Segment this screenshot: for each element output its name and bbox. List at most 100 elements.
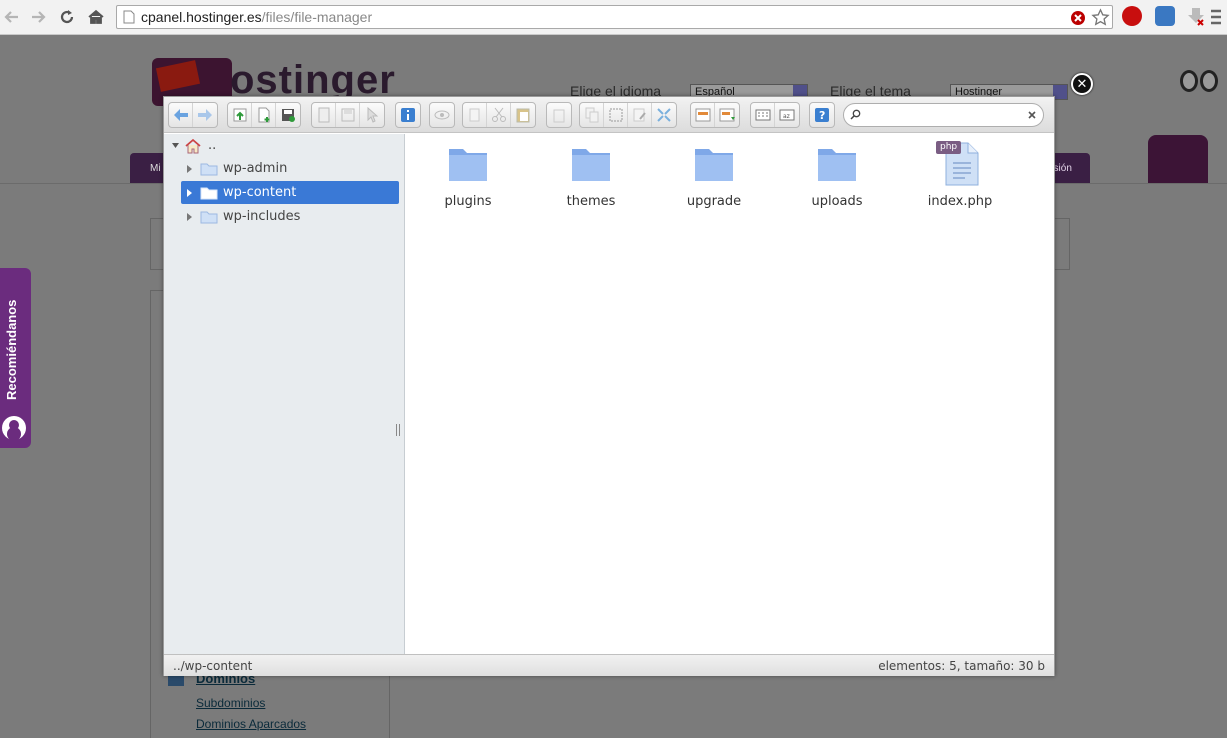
paste-icon	[516, 108, 530, 123]
tree-item-wp-content[interactable]: wp-content	[181, 181, 399, 204]
copy-button[interactable]	[463, 103, 487, 127]
recommend-label: Recomiéndanos	[4, 299, 19, 400]
close-dialog-button[interactable]: ✕	[1071, 73, 1093, 95]
new-file-button[interactable]	[252, 103, 276, 127]
reload-button[interactable]	[55, 5, 79, 29]
rename-button[interactable]	[628, 103, 652, 127]
url-text: cpanel.hostinger.es/files/file-manager	[141, 9, 373, 25]
archive-group	[690, 102, 740, 128]
collapsed-triangle-icon[interactable]	[184, 212, 194, 222]
svg-text:?: ?	[819, 109, 825, 122]
clear-search-icon[interactable]	[1028, 111, 1036, 119]
back-arrow-icon	[173, 109, 188, 121]
home-button[interactable]	[84, 5, 108, 29]
history-group	[168, 102, 218, 128]
select-button[interactable]	[360, 103, 384, 127]
archive-button[interactable]	[691, 103, 715, 127]
search-icon	[850, 109, 861, 120]
help-button[interactable]: ?	[810, 103, 834, 127]
paste-button[interactable]	[511, 103, 535, 127]
folder-icon	[200, 211, 218, 223]
status-path: ../wp-content	[173, 659, 253, 673]
expanded-triangle-icon[interactable]	[171, 141, 180, 150]
bookmark-star-icon[interactable]	[1091, 8, 1110, 27]
clipboard-group	[462, 102, 536, 128]
preview-group	[429, 102, 455, 128]
close-icon: ✕	[1076, 76, 1088, 92]
tree-root[interactable]: ..	[171, 134, 389, 157]
folder-icon	[695, 149, 733, 181]
file-item-upgrade[interactable]: upgrade	[664, 142, 764, 222]
browser-toolbar: cpanel.hostinger.es/files/file-manager	[0, 0, 1227, 35]
back-arrow-icon	[4, 11, 18, 23]
tree-item-wp-admin[interactable]: wp-admin	[181, 157, 399, 180]
save-icon	[282, 109, 295, 122]
icons-view-button[interactable]	[751, 103, 775, 127]
select-all-icon	[609, 108, 622, 122]
unarchive-icon	[719, 108, 735, 122]
preview-button[interactable]	[430, 103, 454, 127]
select-all-button[interactable]	[604, 103, 628, 127]
help-icon: ?	[815, 108, 829, 122]
back-button[interactable]	[169, 103, 193, 127]
home-icon	[185, 138, 201, 153]
archive-icon	[695, 108, 710, 122]
link-subdominios[interactable]: Subdominios	[196, 696, 265, 710]
file-item-uploads[interactable]: uploads	[787, 142, 887, 222]
tree-item-label: wp-includes	[223, 209, 301, 224]
duplicate-button[interactable]	[580, 103, 604, 127]
sort-button[interactable]: az	[775, 103, 799, 127]
menu-icon[interactable]	[1210, 8, 1222, 26]
save-button[interactable]	[276, 103, 300, 127]
file-list: plugins themes upgrade uploads php index…	[406, 134, 1054, 654]
rename-icon	[633, 108, 646, 122]
collapsed-triangle-icon[interactable]	[184, 188, 194, 198]
blocked-icon[interactable]	[1070, 10, 1086, 26]
link-dominios-aparcados[interactable]: Dominios Aparcados	[196, 717, 306, 731]
file-item-plugins[interactable]: plugins	[418, 142, 518, 222]
download-button[interactable]	[336, 103, 360, 127]
home-icon	[88, 9, 104, 24]
delete-group	[546, 102, 572, 128]
info-button[interactable]	[396, 103, 420, 127]
edit-group	[311, 102, 385, 128]
sort-icon: az	[779, 109, 795, 121]
delete-button[interactable]	[547, 103, 571, 127]
file-item-index-php[interactable]: php index.php	[910, 141, 1010, 222]
search-field[interactable]	[843, 103, 1044, 127]
file-name: themes	[566, 194, 616, 209]
extension-icon[interactable]	[1155, 6, 1175, 26]
folder-icon	[572, 149, 610, 181]
unarchive-button[interactable]	[715, 103, 739, 127]
icons-view-icon	[755, 109, 770, 121]
trash-icon	[553, 109, 565, 123]
file-item-themes[interactable]: themes	[541, 142, 641, 222]
tree-root-label: ..	[208, 138, 217, 153]
collapsed-triangle-icon[interactable]	[184, 164, 194, 174]
help-group: ?	[809, 102, 835, 128]
cut-button[interactable]	[487, 103, 511, 127]
file-name: uploads	[811, 194, 863, 209]
extract-button[interactable]	[652, 103, 676, 127]
info-group	[395, 102, 421, 128]
nav-item-left[interactable]: Mi	[150, 163, 161, 174]
open-button[interactable]	[312, 103, 336, 127]
upload-button[interactable]	[228, 103, 252, 127]
info-icon	[401, 108, 415, 122]
download-extension-icon[interactable]	[1186, 6, 1206, 26]
back-button[interactable]	[0, 5, 24, 29]
manipulate-group	[579, 102, 677, 128]
status-bar: ../wp-content elementos: 5, tamaño: 30 b	[164, 654, 1054, 676]
forward-button[interactable]	[193, 103, 217, 127]
forward-button[interactable]	[26, 5, 50, 29]
tree-item-wp-includes[interactable]: wp-includes	[181, 205, 399, 228]
address-bar[interactable]: cpanel.hostinger.es/files/file-manager	[116, 5, 1113, 29]
pane-resize-handle[interactable]	[396, 424, 400, 436]
new-file-icon	[258, 107, 269, 123]
folder-icon	[818, 149, 856, 181]
search-input[interactable]	[864, 107, 1024, 123]
copy-icon	[469, 108, 479, 122]
adblock-extension-icon[interactable]	[1122, 6, 1142, 26]
folder-icon	[200, 163, 218, 175]
file-manager-dialog: az ? .. wp-admin wp-content wp-includes …	[163, 96, 1055, 676]
